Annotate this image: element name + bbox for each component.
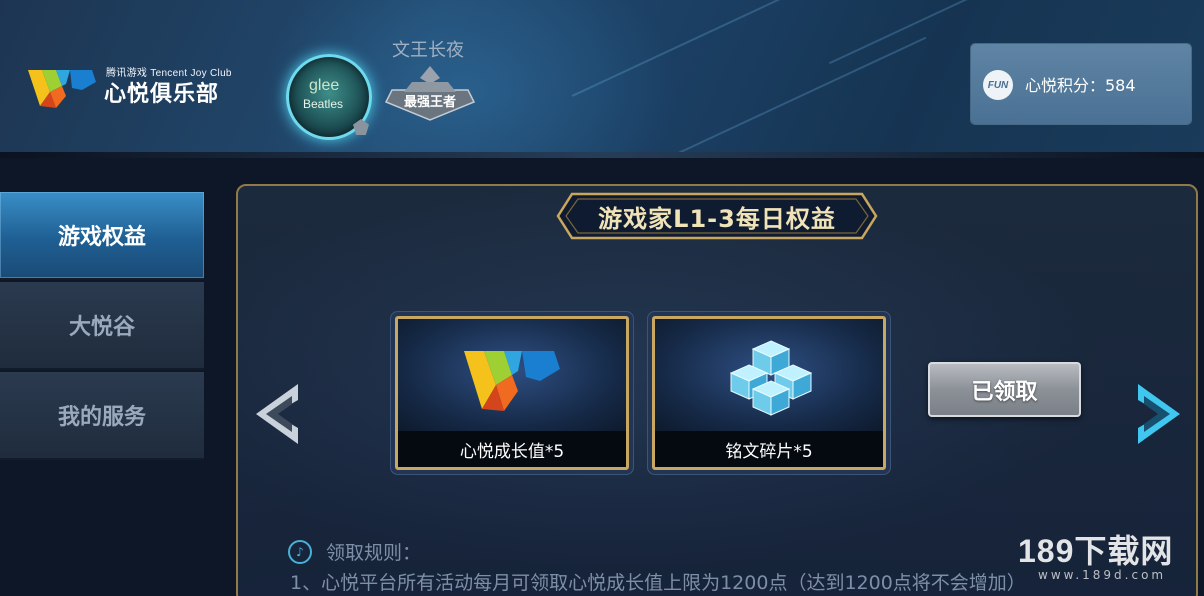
- claimed-button[interactable]: 已领取: [928, 362, 1081, 417]
- username: 文王长夜: [392, 40, 464, 61]
- sidebar-item-dayue-valley[interactable]: 大悦谷: [0, 282, 204, 370]
- club-logo[interactable]: 腾讯游戏 Tencent Joy Club 心悦俱乐部: [26, 58, 246, 114]
- avatar[interactable]: glee Beatles: [286, 54, 372, 140]
- watermark-title: 189下载网: [1018, 533, 1174, 569]
- rank-emblem-icon: 最强王者: [382, 64, 478, 124]
- avatar-text-bottom: Beatles: [303, 97, 344, 111]
- rank-badge-icon: [353, 119, 369, 135]
- points-panel[interactable]: FUN 心悦积分：584: [971, 44, 1191, 124]
- title-banner: 游戏家L1-3每日权益: [554, 190, 880, 242]
- watermark: 189下载网 www.189d.com: [1018, 526, 1174, 582]
- sidebar-item-game-benefits[interactable]: 游戏权益: [0, 192, 204, 280]
- rules-icon: ♪: [288, 540, 312, 564]
- top-header: 腾讯游戏 Tencent Joy Club 心悦俱乐部 glee Beatles…: [0, 0, 1204, 158]
- sidebar-item-my-services[interactable]: 我的服务: [0, 372, 204, 460]
- fun-coin-icon: FUN: [983, 70, 1013, 100]
- rules-line: 1、心悦平台所有活动每月可领取心悦成长值上限为1200点（达到1200点将不会增…: [290, 572, 1026, 594]
- prev-arrow-icon[interactable]: [252, 382, 304, 446]
- watermark-url: www.189d.com: [1038, 568, 1167, 582]
- vip-logo-icon: [464, 351, 560, 411]
- rank-emblem-text: 最强王者: [404, 94, 456, 110]
- points-label: 心悦积分：584: [1025, 76, 1136, 95]
- crystal-cubes-icon: [729, 340, 813, 416]
- logo-title: 心悦俱乐部: [104, 82, 220, 107]
- reward-label: 心悦成长值*5: [398, 431, 626, 467]
- next-arrow-icon[interactable]: [1132, 382, 1184, 446]
- avatar-text-top: glee: [309, 77, 340, 94]
- reward-art: [655, 319, 883, 431]
- reward-art: [398, 319, 626, 431]
- reward-card-inscription[interactable]: 铭文碎片*5: [652, 316, 886, 470]
- vip-logo-icon: [28, 70, 96, 108]
- rules-title: 领取规则：: [326, 542, 422, 564]
- sidebar: 游戏权益 大悦谷 我的服务: [0, 192, 204, 462]
- page-title: 游戏家L1-3每日权益: [598, 204, 836, 233]
- reward-card-growth[interactable]: 心悦成长值*5: [395, 316, 629, 470]
- reward-label: 铭文碎片*5: [655, 431, 883, 467]
